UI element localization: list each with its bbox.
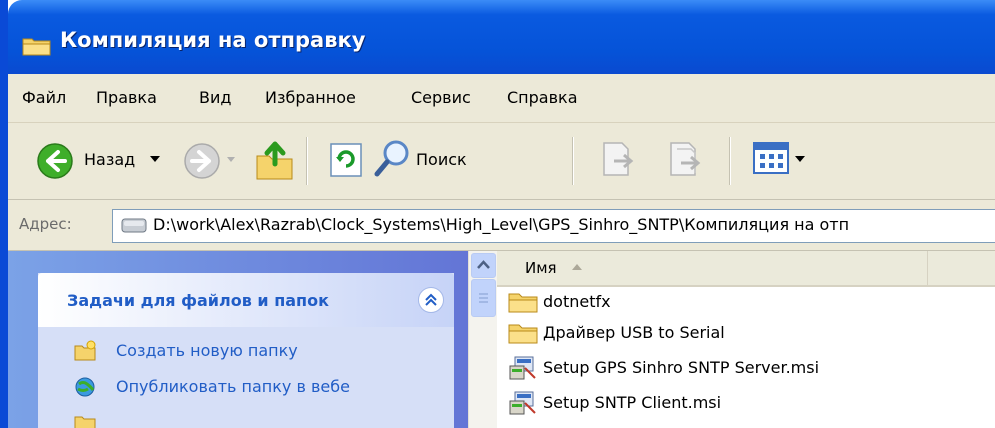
forward-dropdown-icon[interactable] <box>227 157 235 163</box>
publish-web-icon <box>75 377 95 397</box>
scroll-up-button[interactable] <box>471 253 496 278</box>
menu-file[interactable]: Файл <box>22 88 66 107</box>
installer-icon <box>509 391 536 415</box>
list-item[interactable]: Setup GPS Sinhro SNTP Server.msi <box>507 353 947 383</box>
menu-view[interactable]: Вид <box>199 88 231 107</box>
file-tasks-panel: Задачи для файлов и папок Создать новую … <box>38 273 454 428</box>
explorer-window: Компиляция на отправку Файл Правка Вид И… <box>0 0 995 428</box>
installer-icon <box>509 356 536 380</box>
menu-favorites[interactable]: Избранное <box>265 88 356 107</box>
forward-arrow-icon[interactable] <box>183 142 221 180</box>
toolbar-separator <box>572 137 573 185</box>
folder-up-icon[interactable] <box>253 136 297 182</box>
move-to-icon[interactable] <box>598 139 640 179</box>
folder-icon <box>508 293 538 313</box>
refresh-icon[interactable] <box>328 141 364 179</box>
task-pane: Задачи для файлов и папок Создать новую … <box>8 251 468 428</box>
list-item[interactable]: Драйвер USB to Serial <box>507 318 947 348</box>
column-name-label: Имя <box>525 259 557 277</box>
task-create-folder[interactable]: Создать новую папку <box>116 341 298 360</box>
file-tasks-title: Задачи для файлов и папок <box>67 291 329 310</box>
column-header: Имя <box>497 251 995 287</box>
folder-icon <box>22 38 51 56</box>
window-border <box>0 0 8 428</box>
folder-icon <box>74 416 96 428</box>
menu-bar: Файл Правка Вид Избранное Сервис Справка <box>8 74 995 123</box>
address-path: D:\work\Alex\Razrab\Clock_Systems\High_L… <box>153 215 850 234</box>
toolbar-separator <box>729 137 730 185</box>
drive-icon <box>121 218 147 233</box>
title-bar[interactable]: Компиляция на отправку <box>8 0 995 74</box>
toolbar-separator <box>306 137 307 185</box>
column-name-header[interactable]: Имя <box>497 251 928 285</box>
toolbar: Назад Поиск <box>8 123 995 200</box>
list-item[interactable]: Setup SNTP Client.msi <box>507 388 947 418</box>
address-label: Адрес: <box>19 215 72 233</box>
menu-help[interactable]: Справка <box>507 88 578 107</box>
back-arrow-icon[interactable] <box>36 142 74 180</box>
list-item[interactable]: dotnetfx <box>507 287 947 317</box>
menu-edit[interactable]: Правка <box>96 88 157 107</box>
back-dropdown-icon[interactable] <box>150 156 160 164</box>
chevron-up-icon <box>477 260 490 269</box>
address-input[interactable]: D:\work\Alex\Razrab\Clock_Systems\High_L… <box>112 209 995 243</box>
grip-icon <box>479 293 488 303</box>
folder-icon <box>508 324 538 344</box>
search-icon[interactable] <box>372 137 412 181</box>
task-publish-folder[interactable]: Опубликовать папку в вебе <box>116 377 350 396</box>
scroll-thumb[interactable] <box>471 279 496 317</box>
file-name: Драйвер USB to Serial <box>543 323 725 342</box>
menu-tools[interactable]: Сервис <box>411 88 471 107</box>
file-name: Setup SNTP Client.msi <box>543 393 722 412</box>
file-name: dotnetfx <box>543 292 611 311</box>
back-button-label[interactable]: Назад <box>84 150 135 169</box>
copy-to-icon[interactable] <box>665 139 707 179</box>
address-bar: Адрес: D:\work\Alex\Razrab\Clock_Systems… <box>8 200 995 251</box>
new-folder-icon <box>74 340 96 361</box>
views-dropdown-icon[interactable] <box>795 156 805 164</box>
views-icon[interactable] <box>752 141 792 177</box>
sort-ascending-icon <box>572 264 582 270</box>
file-tasks-header[interactable]: Задачи для файлов и папок <box>38 273 454 327</box>
search-button-label[interactable]: Поиск <box>416 150 467 169</box>
vertical-scrollbar[interactable] <box>468 251 497 428</box>
collapse-icon[interactable] <box>418 287 444 313</box>
window-title: Компиляция на отправку <box>60 28 366 52</box>
file-list: Имя dotnetfx Драйвер USB to Serial Setup… <box>497 251 995 428</box>
file-name: Setup GPS Sinhro SNTP Server.msi <box>543 358 820 377</box>
